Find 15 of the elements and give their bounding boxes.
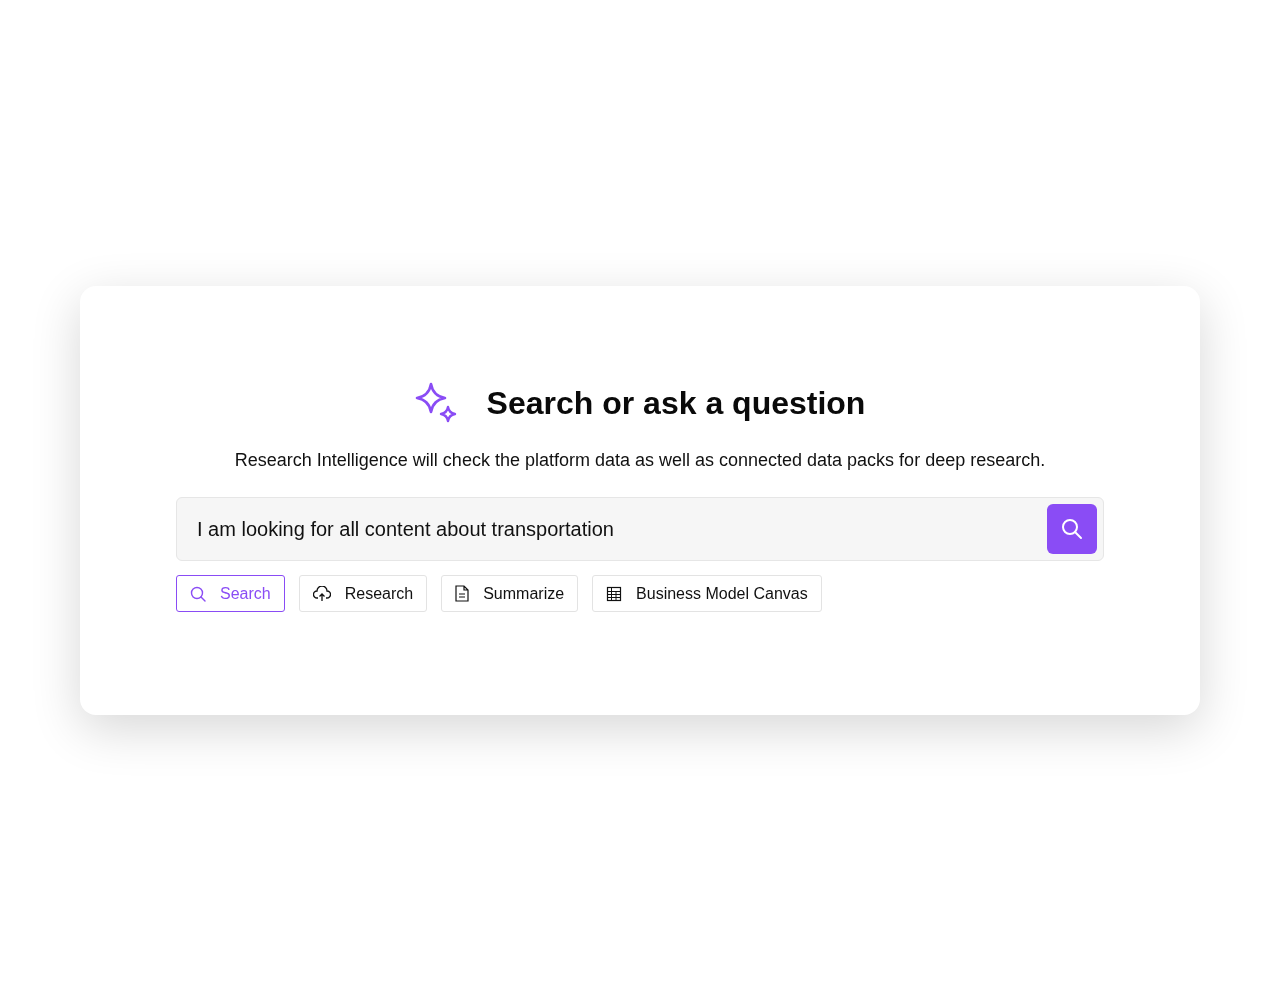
- cloud-upload-icon: [312, 585, 331, 602]
- mode-button[interactable]: Business Model Canvas: [592, 575, 822, 612]
- description: Research Intelligence will check the platform data as well as connected data packs for deep research.: [234, 450, 1046, 471]
- table-icon: [606, 585, 623, 602]
- search-button[interactable]: [1047, 504, 1097, 554]
- document-icon: [455, 585, 470, 602]
- search-icon: [1061, 518, 1083, 540]
- page-title: Search or ask a question: [486, 384, 866, 422]
- mode-button[interactable]: Research: [298, 575, 428, 612]
- search-field[interactable]: I am looking for all content about transportation: [195, 516, 1047, 542]
- mode-button[interactable]: Summarize: [441, 575, 579, 612]
- search-icon: [190, 585, 206, 602]
- search-bar[interactable]: I am looking for all content about transportation: [176, 497, 1104, 561]
- mode-button[interactable]: Search: [176, 575, 285, 612]
- sparkle-icon: [414, 382, 457, 424]
